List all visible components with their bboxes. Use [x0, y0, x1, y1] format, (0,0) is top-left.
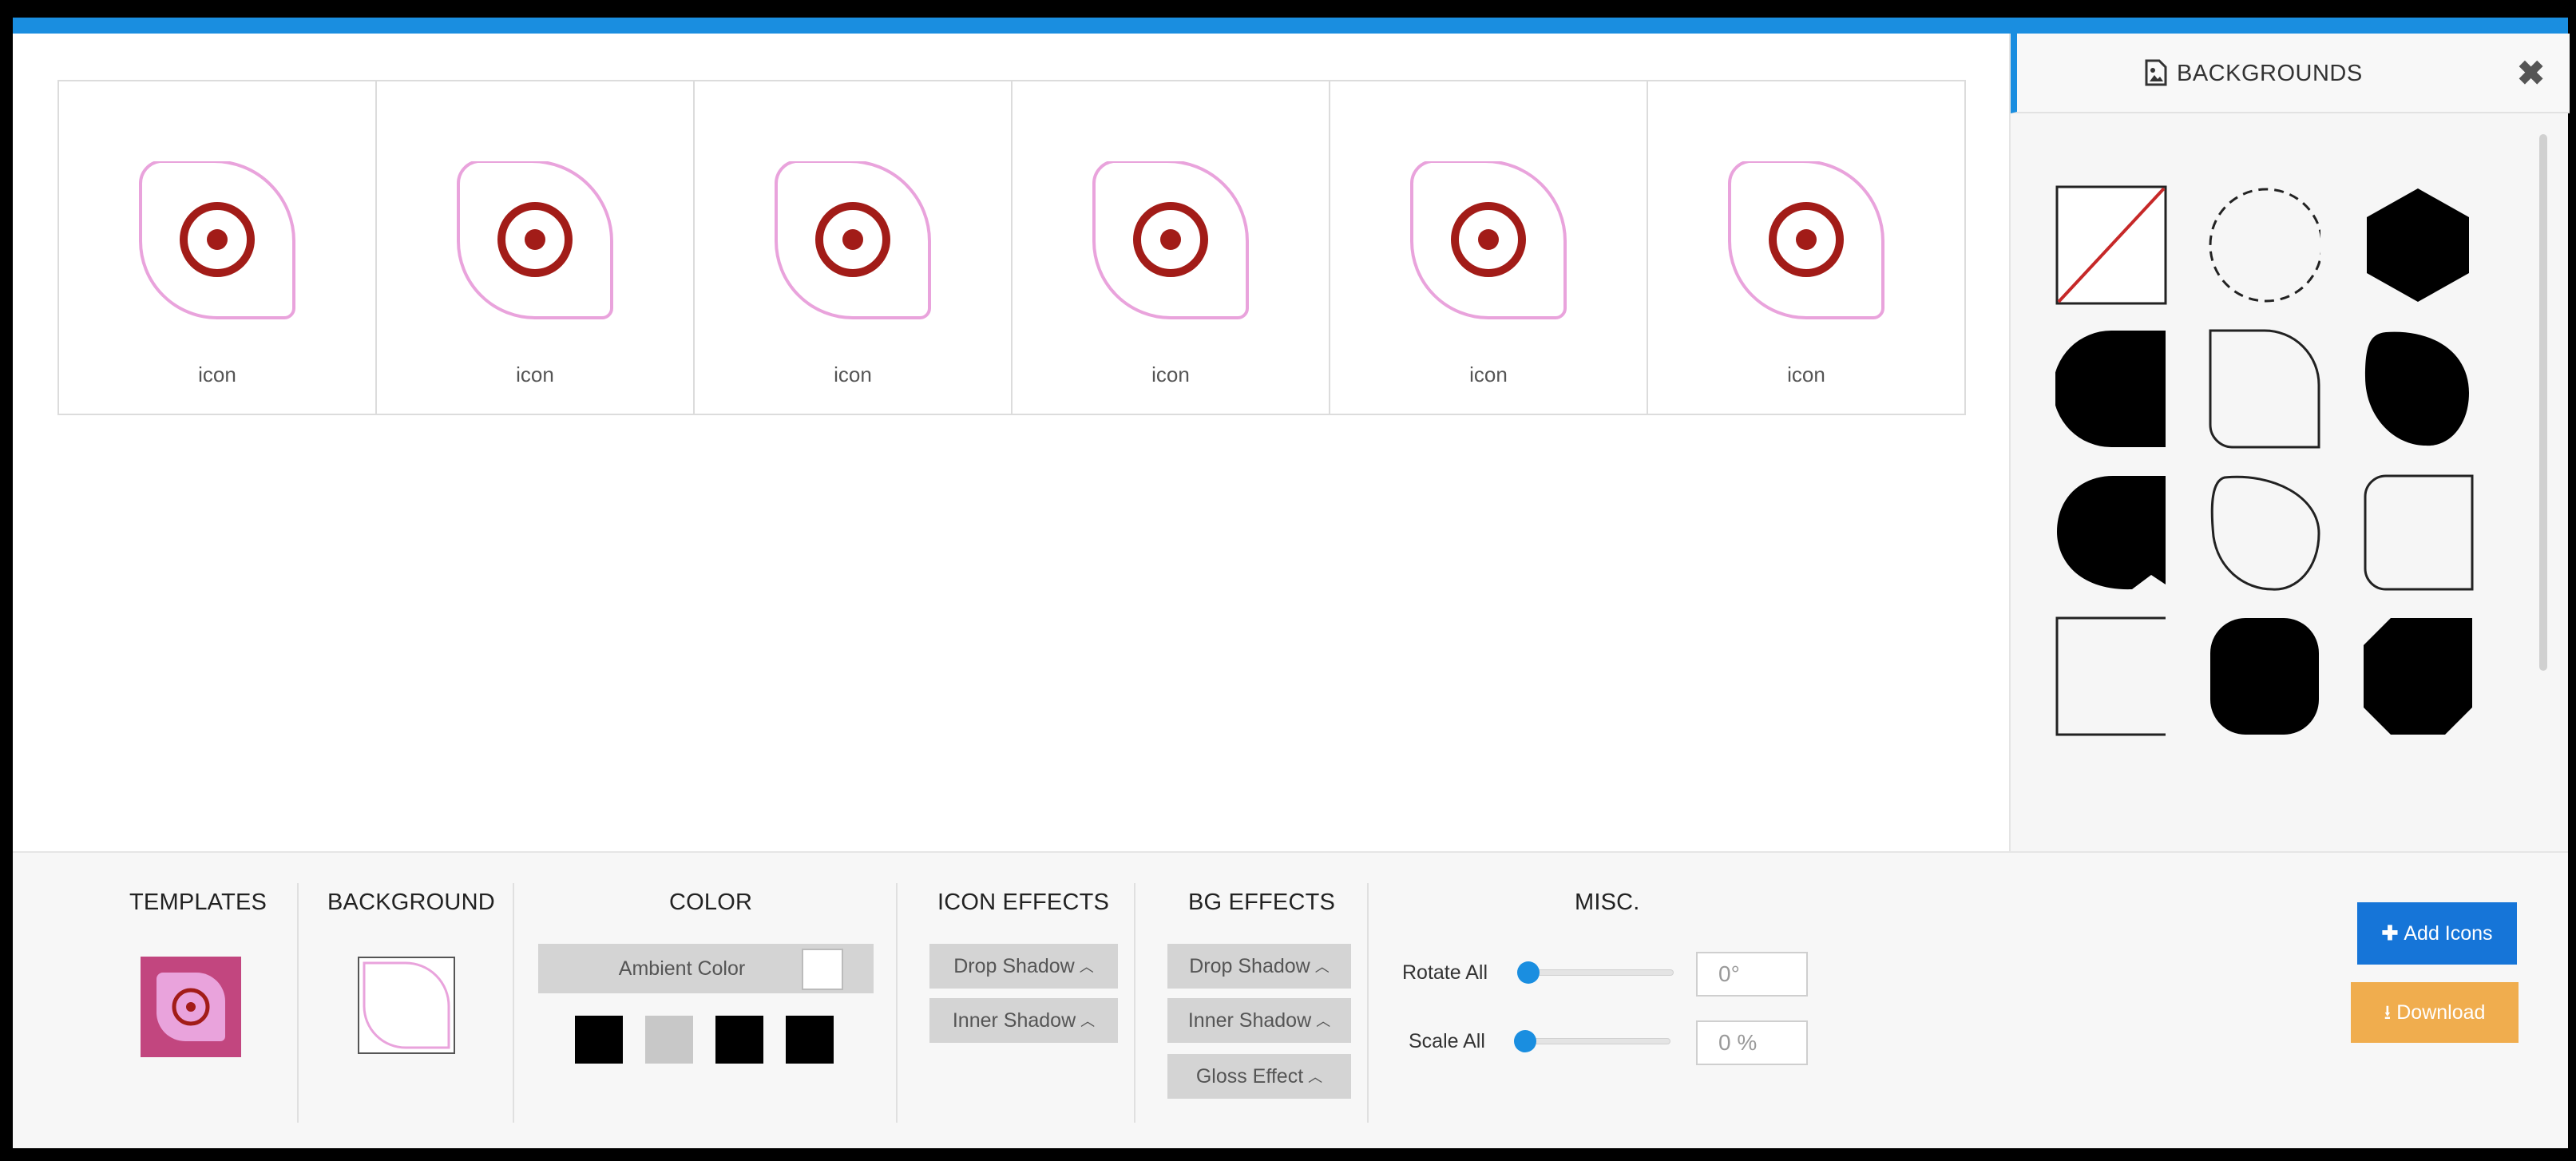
bg-shape-octagon[interactable]: [2362, 616, 2474, 736]
misc-title: MISC.: [1575, 890, 1640, 915]
top-accent-bar: [13, 18, 2568, 34]
icon-cell[interactable]: icon: [59, 81, 377, 414]
bg-shape-pebble[interactable]: [2209, 473, 2320, 592]
ambient-color-label: Ambient Color: [618, 957, 746, 980]
bg-inner-shadow-button[interactable]: Inner Shadow ︿: [1167, 998, 1351, 1043]
backgrounds-panel: BACKGROUNDS ✖: [2009, 34, 2570, 851]
bg-shape-rounded-corner[interactable]: [2209, 329, 2320, 449]
icon-cell[interactable]: icon: [377, 81, 695, 414]
templates-title: TEMPLATES: [129, 890, 268, 915]
icon-preview-area: icon icon icon icon icon icon: [13, 34, 2009, 851]
section-divider: [1367, 883, 1369, 1123]
scale-slider-handle[interactable]: [1514, 1030, 1536, 1052]
bg-drop-shadow-button[interactable]: Drop Shadow ︿: [1167, 944, 1351, 989]
icon-cell[interactable]: icon: [695, 81, 1013, 414]
target-icon: [774, 161, 931, 319]
bg-shape-none[interactable]: [2055, 185, 2167, 305]
bg-drop-shadow-label: Drop Shadow: [1189, 955, 1310, 977]
scale-all-input[interactable]: 0 %: [1696, 1020, 1808, 1065]
rotate-all-slider[interactable]: [1520, 969, 1674, 976]
add-icons-label: Add Icons: [2404, 922, 2493, 945]
icon-cell[interactable]: icon: [1330, 81, 1648, 414]
icon-inner-shadow-button[interactable]: Inner Shadow ︿: [929, 998, 1118, 1043]
icon-drop-shadow-button[interactable]: Drop Shadow ︿: [929, 944, 1118, 989]
app-window: icon icon icon icon icon icon BACKGROUND…: [0, 0, 2576, 1161]
bg-shape-rounded-square[interactable]: [2362, 473, 2474, 592]
bg-shape-hexagon[interactable]: [2362, 185, 2474, 305]
section-divider: [1134, 883, 1135, 1123]
target-icon: [1092, 161, 1249, 319]
section-divider: [297, 883, 299, 1123]
bg-shape-squircle[interactable]: [2209, 616, 2320, 736]
panel-title: BACKGROUNDS: [2177, 61, 2363, 86]
icon-label: icon: [834, 363, 872, 386]
chevron-up-icon: ︿: [1314, 959, 1330, 976]
target-icon: [456, 161, 613, 319]
bg-gloss-effect-button[interactable]: Gloss Effect ︿: [1167, 1054, 1351, 1099]
icon-label: icon: [198, 363, 236, 386]
settings-toolbar: TEMPLATES BACKGROUND COLOR Ambient Color…: [13, 851, 2568, 1148]
target-icon: [1727, 161, 1884, 319]
add-icons-button[interactable]: ✚ Add Icons: [2357, 902, 2517, 965]
color-title: COLOR: [669, 890, 753, 915]
icon-label: icon: [1469, 363, 1508, 386]
download-button[interactable]: ⭳ Download: [2351, 982, 2519, 1043]
background-shapes-list: [2011, 113, 2554, 752]
ambient-color-swatch[interactable]: [802, 949, 843, 990]
bg-gloss-effect-label: Gloss Effect: [1195, 1065, 1304, 1088]
color-swatch[interactable]: [575, 1016, 623, 1064]
icon-cell[interactable]: icon: [1013, 81, 1330, 414]
icon-label: icon: [1151, 363, 1190, 386]
close-icon[interactable]: ✖: [2517, 57, 2545, 90]
download-icon: ⭳: [2384, 1001, 2397, 1024]
color-swatch[interactable]: [786, 1016, 834, 1064]
bg-shape-speech[interactable]: [2055, 473, 2167, 592]
icon-grid: icon icon icon icon icon icon: [57, 80, 1966, 415]
panel-scrollbar[interactable]: [2539, 134, 2547, 671]
scale-all-slider[interactable]: [1517, 1038, 1670, 1044]
section-divider: [896, 883, 898, 1123]
chevron-up-icon: ︿: [1308, 1069, 1323, 1086]
icon-drop-shadow-label: Drop Shadow: [953, 955, 1075, 977]
bg-shape-teardrop[interactable]: [2362, 329, 2474, 449]
icon-cell[interactable]: icon: [1648, 81, 1964, 414]
background-title: BACKGROUND: [327, 890, 495, 915]
chevron-up-icon: ︿: [1079, 959, 1094, 976]
image-file-icon: [2145, 59, 2167, 86]
bg-shape-circle[interactable]: [2055, 329, 2167, 449]
color-swatch[interactable]: [715, 1016, 763, 1064]
section-divider: [513, 883, 514, 1123]
template-preview[interactable]: [141, 957, 241, 1057]
color-swatch[interactable]: [645, 1016, 693, 1064]
bg-shape-dashed-circle[interactable]: [2209, 185, 2320, 305]
rotate-all-input[interactable]: 0°: [1696, 952, 1808, 997]
icon-label: icon: [1787, 363, 1825, 386]
icon-effects-title: ICON EFFECTS: [937, 890, 1110, 915]
chevron-up-icon: ︿: [1080, 1013, 1096, 1030]
target-icon: [1409, 161, 1567, 319]
rotate-slider-handle[interactable]: [1517, 961, 1540, 984]
rotate-all-label: Rotate All: [1402, 961, 1488, 984]
background-preview[interactable]: [358, 957, 455, 1054]
download-label: Download: [2396, 1001, 2486, 1024]
bg-inner-shadow-label: Inner Shadow: [1187, 1009, 1312, 1032]
icon-inner-shadow-label: Inner Shadow: [952, 1009, 1076, 1032]
scale-all-label: Scale All: [1409, 1030, 1485, 1052]
target-icon: [138, 161, 295, 319]
panel-header: BACKGROUNDS ✖: [2011, 34, 2570, 113]
icon-label: icon: [516, 363, 554, 386]
chevron-up-icon: ︿: [1316, 1013, 1331, 1030]
plus-icon: ✚: [2381, 922, 2404, 945]
bg-shape-square[interactable]: [2055, 616, 2167, 736]
bg-effects-title: BG EFFECTS: [1188, 890, 1336, 915]
